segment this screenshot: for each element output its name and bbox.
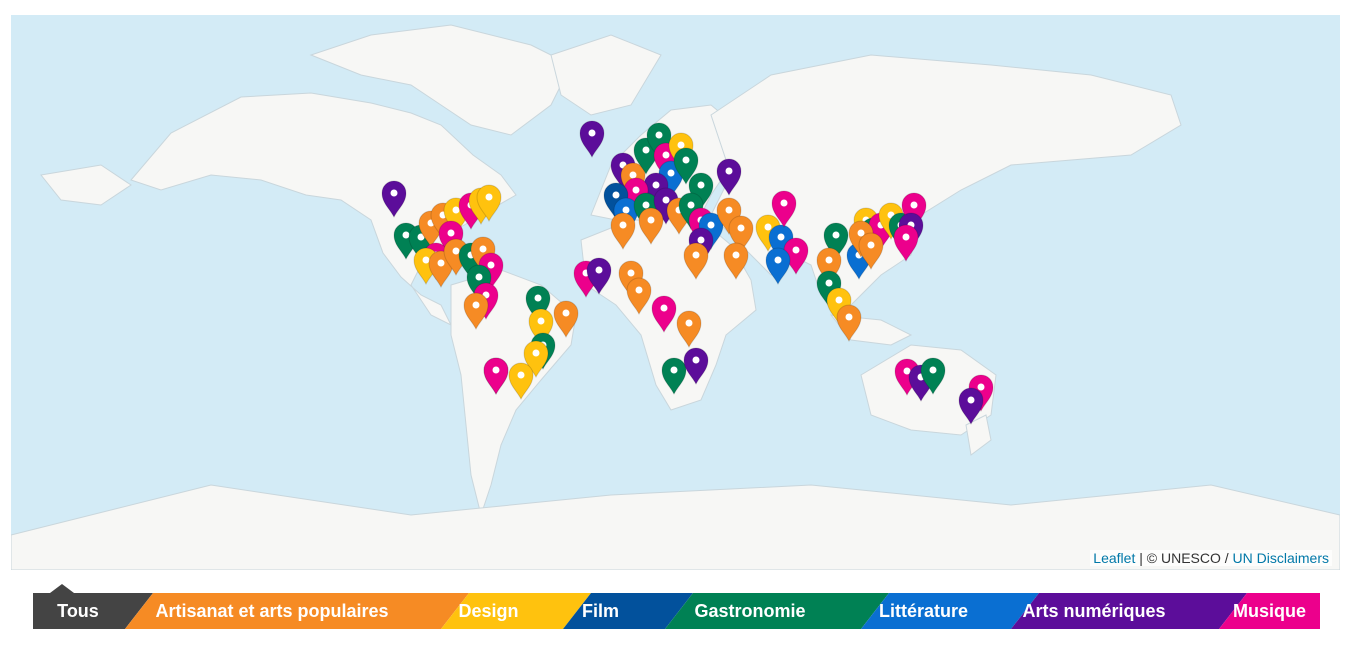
filter-artisanat[interactable]: Artisanat et arts populaires — [143, 593, 401, 629]
filter-gastronomie[interactable]: Gastronomie — [665, 593, 835, 629]
filter-litterature[interactable]: Littérature — [861, 593, 986, 629]
city-marker-litterature[interactable] — [765, 247, 791, 286]
world-map[interactable]: Leaflet | © UNESCO / UN Disclaimers — [11, 15, 1340, 570]
filter-tous[interactable]: Tous — [33, 593, 123, 629]
category-filter-bar: Tous Artisanat et arts populaires Design… — [33, 584, 1320, 629]
filter-arts-numeriques[interactable]: Arts numériques — [1011, 593, 1177, 629]
map-tiles — [11, 24, 1340, 570]
filter-film[interactable]: Film — [563, 593, 638, 629]
active-indicator — [50, 584, 74, 593]
filter-musique[interactable]: Musique — [1219, 593, 1320, 629]
filter-design[interactable]: Design — [441, 593, 536, 629]
map-attribution: Leaflet | © UNESCO / UN Disclaimers — [1090, 550, 1332, 566]
leaflet-link[interactable]: Leaflet — [1093, 550, 1135, 566]
un-disclaimers-link[interactable]: UN Disclaimers — [1233, 550, 1329, 566]
city-marker-arts-numeriques[interactable] — [579, 120, 605, 159]
